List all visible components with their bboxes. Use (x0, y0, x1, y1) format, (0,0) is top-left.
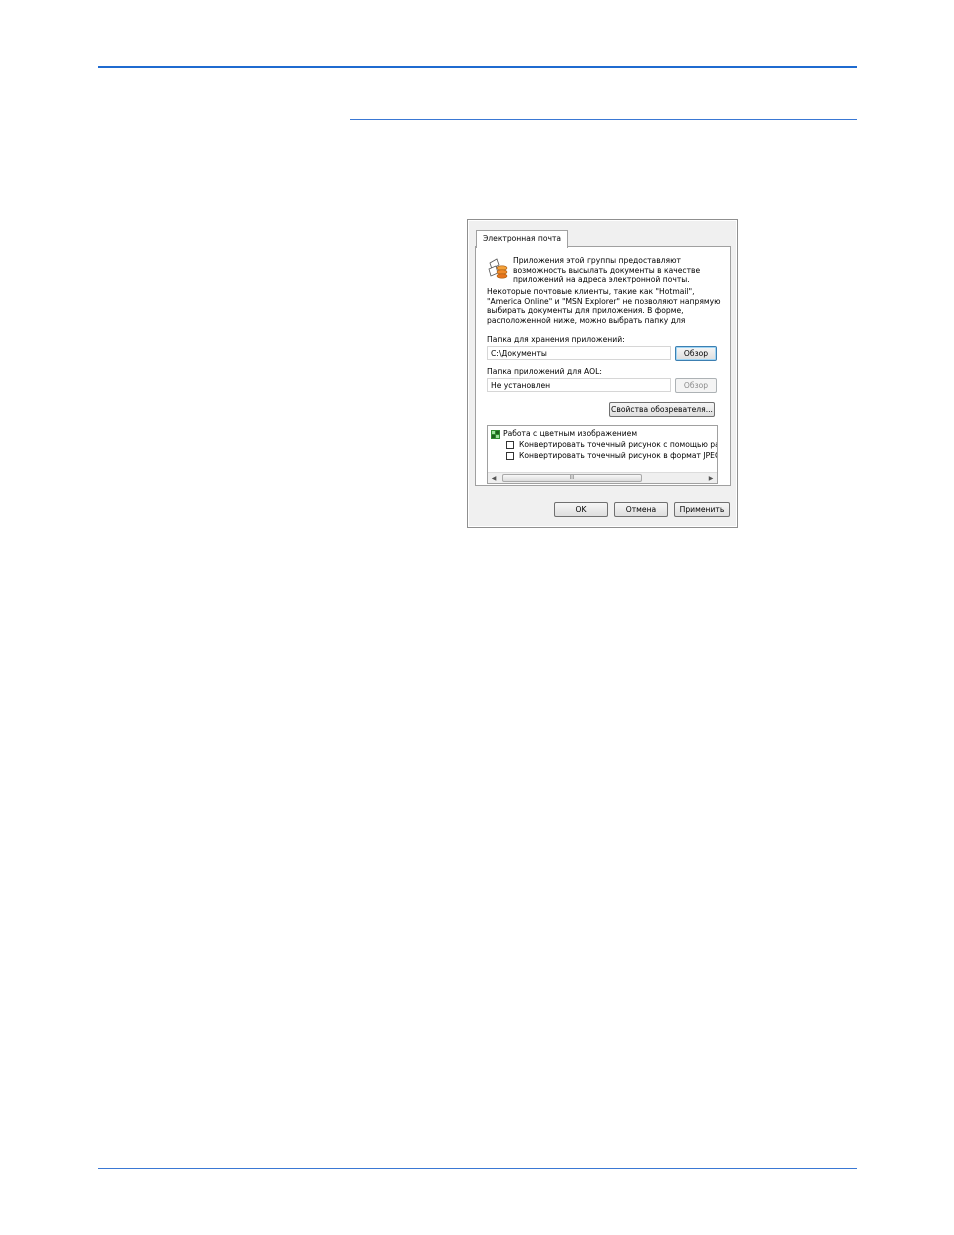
option-checkbox[interactable] (506, 452, 514, 460)
footer-rule (98, 1168, 857, 1169)
scroll-thumb[interactable]: III (502, 474, 642, 482)
scroll-left-arrow-icon[interactable]: ◀ (489, 474, 499, 483)
options-group: Работа с цветным изображением (491, 428, 637, 439)
option-label: Конвертировать точечный рисунок в формат… (519, 451, 718, 460)
option-label: Конвертировать точечный рисунок с помощь… (519, 440, 718, 449)
tab-email[interactable]: Электронная почта (476, 230, 569, 248)
cancel-button[interactable]: Отмена (614, 502, 668, 517)
email-properties-dialog: Электронная почта Приложения этой группы… (467, 219, 738, 528)
tab-panel: Приложения этой группы предоставляют воз… (475, 246, 731, 486)
aol-folder-input[interactable] (487, 378, 671, 392)
browse-attachments-button[interactable]: Обзор (675, 346, 717, 361)
scroll-right-arrow-icon[interactable]: ▶ (706, 474, 716, 483)
browser-properties-button[interactable]: Свойства обозревателя... (609, 402, 715, 417)
browse-aol-button[interactable]: Обзор (675, 378, 717, 393)
option-checkbox[interactable] (506, 441, 514, 449)
email-app-icon (488, 258, 508, 279)
option-item[interactable]: Конвертировать точечный рисунок с помощь… (506, 439, 718, 450)
option-item[interactable]: Конвертировать точечный рисунок в формат… (506, 450, 718, 461)
options-group-label: Работа с цветным изображением (503, 429, 638, 438)
color-image-icon (491, 429, 500, 439)
header-rule (98, 66, 857, 68)
aol-folder-label: Папка приложений для AOL: (487, 367, 602, 376)
horizontal-scrollbar[interactable]: ◀ III ▶ (488, 472, 717, 483)
attachments-folder-input[interactable] (487, 346, 671, 360)
section-rule (350, 119, 857, 120)
note-text: Некоторые почтовые клиенты, такие как "H… (487, 287, 721, 325)
apply-button[interactable]: Применить (674, 502, 730, 517)
intro-text: Приложения этой группы предоставляют воз… (513, 256, 701, 284)
attachments-folder-label: Папка для хранения приложений: (487, 335, 625, 344)
options-tree: Работа с цветным изображением Конвертиро… (487, 425, 718, 484)
ok-button[interactable]: OK (554, 502, 608, 517)
